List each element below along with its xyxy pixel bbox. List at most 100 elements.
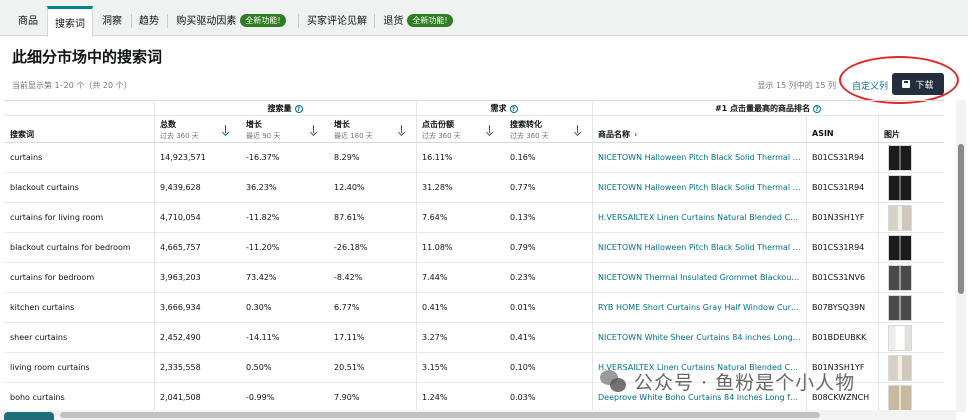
cell-search-term: kitchen curtains [10, 303, 75, 312]
table-row: sheer curtains 2,452,490 -14.11% 17.11% 3.27… [4, 323, 944, 353]
sort-desc-icon[interactable] [222, 125, 230, 135]
tab-label: 购买驱动因素 [176, 16, 237, 27]
cell-conversion: 0.41% [510, 333, 536, 342]
table-row: curtains 14,923,571 -16.37% 8.29% 16.11% 0.16… [4, 143, 944, 173]
cell-product-name[interactable]: NICETOWN Halloween Pitch Black Solid The… [592, 143, 802, 173]
cell-growth-180d: 17.11% [334, 333, 365, 342]
tab-label: 商品 [18, 16, 38, 27]
cell-product-name[interactable]: RYB HOME Short Curtains Gray Half Window… [592, 293, 802, 323]
col-header-growth90[interactable]: 增长 最近 90 天 [240, 116, 328, 143]
tab-divider [131, 14, 132, 28]
sort-icon[interactable] [398, 125, 406, 135]
cell-growth-180d: 7.90% [334, 393, 360, 402]
cell-product-name[interactable]: NICETOWN Halloween Pitch Black Solid The… [592, 173, 802, 203]
table-row: blackout curtains for bedroom 4,665,757 -1… [4, 233, 944, 263]
cell-growth-180d: 87.61% [334, 213, 365, 222]
cell-search-term: sheer curtains [10, 333, 68, 342]
group-search-volume: 搜索量? [154, 101, 416, 116]
help-icon[interactable]: ? [294, 105, 303, 113]
tab-trends[interactable]: 趋势 [133, 8, 165, 36]
tab-divider [374, 14, 375, 28]
col-header-growth180[interactable]: 增长 最近 180 天 [328, 116, 416, 143]
help-icon[interactable]: ? [813, 105, 822, 113]
column-divider [416, 100, 417, 412]
tab-search-terms[interactable]: 搜索词 [47, 6, 93, 37]
group-demand: 需求? [416, 101, 592, 116]
product-thumbnail[interactable] [888, 145, 912, 171]
tab-returns[interactable]: 退货 全新功能! [378, 8, 458, 36]
sort-icon[interactable] [310, 125, 318, 135]
cell-total-volume: 2,041,508 [160, 393, 201, 402]
product-thumbnail[interactable] [888, 265, 912, 291]
scrollbar-thumb[interactable] [60, 412, 820, 418]
cell-product-name[interactable]: H.VERSAILTEX Linen Curtains Natural Blen… [592, 203, 802, 233]
page-title: 此细分市场中的搜索词 [12, 48, 163, 66]
cell-product-name[interactable]: NICETOWN Thermal Insulated Grommet Black… [592, 263, 802, 293]
feedback-tab[interactable] [4, 412, 54, 420]
scrollbar-thumb[interactable] [958, 144, 964, 294]
vertical-scrollbar[interactable] [956, 100, 966, 412]
col-header-term[interactable]: 搜索词 [4, 116, 154, 143]
customize-columns-link[interactable]: 自定义列 [852, 79, 888, 92]
col-title: ASIN [812, 129, 834, 138]
column-count-info: 显示 15 列中的 15 列 [757, 81, 836, 90]
product-thumbnail[interactable] [888, 325, 912, 351]
chevron-right-icon[interactable]: › [634, 130, 637, 139]
col-header-conversion[interactable]: 搜索转化 过去 360 天 [504, 116, 592, 143]
cell-conversion: 0.10% [510, 363, 536, 372]
cell-growth-180d: -26.18% [334, 243, 368, 252]
cell-conversion: 0.01% [510, 303, 536, 312]
cell-total-volume: 4,710,054 [160, 213, 201, 222]
tab-label: 买家评论见解 [307, 16, 367, 27]
new-feature-badge: 全新功能! [407, 14, 453, 27]
cell-total-volume: 2,335,558 [160, 363, 201, 372]
cell-conversion: 0.77% [510, 183, 536, 192]
cell-search-term: living room curtains [10, 363, 90, 372]
cell-conversion: 0.79% [510, 243, 536, 252]
tab-review-insights[interactable]: 买家评论见解 [302, 8, 372, 36]
cell-search-term: boho curtains [10, 393, 65, 402]
col-header-product-name[interactable]: 商品名称 › [592, 116, 806, 143]
cell-asin: B01CS31R94 [812, 153, 865, 162]
col-header-image: 图片 [878, 116, 944, 143]
cell-search-term: curtains for living room [10, 213, 104, 222]
cell-product-name[interactable]: NICETOWN White Sheer Curtains 84 inches … [592, 323, 802, 353]
product-thumbnail[interactable] [888, 385, 912, 411]
save-icon [902, 80, 911, 88]
download-button[interactable]: 下载 [892, 73, 944, 95]
table-group-header: 搜索量? 需求? #1 点击量最高的商品排名? [4, 100, 944, 116]
sort-icon[interactable] [574, 125, 582, 135]
horizontal-scrollbar[interactable] [0, 410, 956, 420]
help-icon[interactable]: ? [509, 105, 518, 113]
cell-total-volume: 4,665,757 [160, 243, 201, 252]
cell-growth-90d: 0.30% [246, 303, 272, 312]
cell-growth-90d: 73.42% [246, 273, 277, 282]
product-thumbnail[interactable] [888, 355, 912, 381]
col-title: 图片 [884, 130, 900, 139]
cell-total-volume: 9,439,628 [160, 183, 201, 192]
tab-purchase-drivers[interactable]: 购买驱动因素 全新功能! [170, 8, 292, 36]
cell-click-share: 11.08% [422, 243, 453, 252]
sort-icon[interactable] [486, 125, 494, 135]
col-header-click-share[interactable]: 点击份额 过去 360 天 [416, 116, 504, 143]
tab-divider [167, 14, 168, 28]
col-header-total[interactable]: 总数 过去 360 天 [154, 116, 240, 143]
cell-asin: B07BYSQ39N [812, 303, 866, 312]
cell-asin: B01CS31R94 [812, 183, 865, 192]
cell-asin: B01BDEUBKK [812, 333, 867, 342]
product-thumbnail[interactable] [888, 295, 912, 321]
table-row: curtains for living room 4,710,054 -11.82%… [4, 203, 944, 233]
product-thumbnail[interactable] [888, 175, 912, 201]
tab-insights[interactable]: 洞察 [94, 8, 130, 36]
wechat-logo-icon [600, 369, 628, 394]
cell-growth-90d: -11.82% [246, 213, 280, 222]
cell-product-name[interactable]: NICETOWN Halloween Pitch Black Solid The… [592, 233, 802, 263]
watermark: 公众号 · 鱼粉是个小人物 [600, 368, 855, 395]
cell-click-share: 16.11% [422, 153, 453, 162]
tab-products[interactable]: 商品 [8, 8, 48, 36]
product-thumbnail[interactable] [888, 205, 912, 231]
tab-label: 趋势 [139, 16, 159, 27]
product-thumbnail[interactable] [888, 235, 912, 261]
col-title: 搜索词 [10, 130, 34, 139]
cell-total-volume: 14,923,571 [160, 153, 206, 162]
